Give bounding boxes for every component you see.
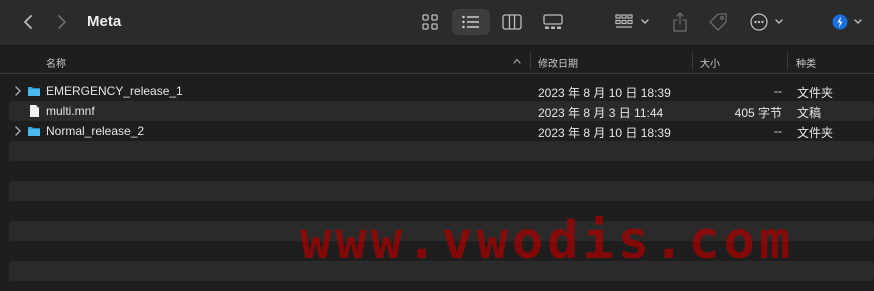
file-kind: 文件夹 [797, 126, 834, 140]
column-modified-header[interactable]: 修改日期 [538, 55, 578, 70]
file-modified: 2023 年 8 月 10 日 18:39 [538, 86, 671, 100]
file-modified: 2023 年 8 月 10 日 18:39 [538, 126, 671, 140]
column-view-icon [502, 14, 522, 30]
file-name: Normal_release_2 [46, 124, 145, 138]
window-title: Meta [87, 13, 122, 30]
finder-window: Meta 名称 修改日期 大小 种类 EMERGENCY_release_1 2… [0, 0, 874, 291]
file-size: 405 字节 [734, 106, 782, 120]
empty-row [9, 141, 874, 161]
file-modified: 2023 年 8 月 3 日 11:44 [538, 106, 664, 120]
toolbar: Meta [0, 0, 874, 46]
list-view-icon [462, 15, 479, 29]
forward-chevron-icon [58, 15, 66, 29]
back-chevron-icon [24, 15, 32, 29]
folder-icon [28, 87, 40, 96]
account-badge-icon [832, 14, 862, 30]
folder-icon [28, 127, 40, 136]
disclosure-chevron-icon[interactable] [14, 125, 22, 137]
icon-view-button[interactable] [414, 9, 446, 35]
forward-button[interactable] [50, 10, 74, 34]
table-row[interactable]: multi.mnf 2023 年 8 月 3 日 11:44 405 字节 文稿 [9, 101, 874, 121]
group-icon [615, 14, 649, 28]
column-name-header[interactable]: 名称 [46, 55, 66, 70]
back-button[interactable] [16, 10, 40, 34]
tag-button[interactable] [705, 9, 731, 35]
column-kind-header[interactable]: 种类 [796, 55, 816, 70]
column-view-button[interactable] [496, 9, 528, 35]
file-size: -- [774, 124, 782, 138]
watermark: www.vwodis.com [300, 211, 795, 271]
file-kind: 文稿 [797, 106, 822, 120]
list-view-button[interactable] [452, 9, 490, 35]
table-row[interactable]: Normal_release_2 2023 年 8 月 10 日 18:39 -… [9, 121, 874, 141]
table-row[interactable]: EMERGENCY_release_1 2023 年 8 月 10 日 18:3… [9, 81, 874, 101]
share-icon [673, 12, 687, 32]
column-divider[interactable] [530, 52, 531, 70]
file-size: -- [774, 84, 782, 98]
column-divider[interactable] [692, 52, 693, 70]
share-button[interactable] [668, 9, 692, 35]
icon-view-grid-icon [422, 14, 438, 30]
tag-icon [709, 13, 727, 31]
gallery-view-icon [543, 14, 563, 29]
file-name: EMERGENCY_release_1 [46, 84, 183, 98]
column-header: 名称 修改日期 大小 种类 [0, 48, 874, 74]
column-size-header[interactable]: 大小 [700, 55, 720, 70]
document-icon [30, 105, 39, 117]
sort-chevron-up-icon[interactable] [512, 56, 522, 66]
more-actions-button[interactable] [748, 9, 788, 35]
empty-row [9, 181, 874, 201]
disclosure-chevron-icon[interactable] [14, 85, 22, 97]
file-kind: 文件夹 [797, 86, 834, 100]
gallery-view-button[interactable] [537, 9, 569, 35]
column-divider[interactable] [787, 52, 788, 70]
account-button[interactable] [828, 9, 866, 35]
group-button[interactable] [612, 9, 652, 35]
file-name: multi.mnf [46, 104, 95, 118]
more-actions-icon [750, 13, 783, 31]
